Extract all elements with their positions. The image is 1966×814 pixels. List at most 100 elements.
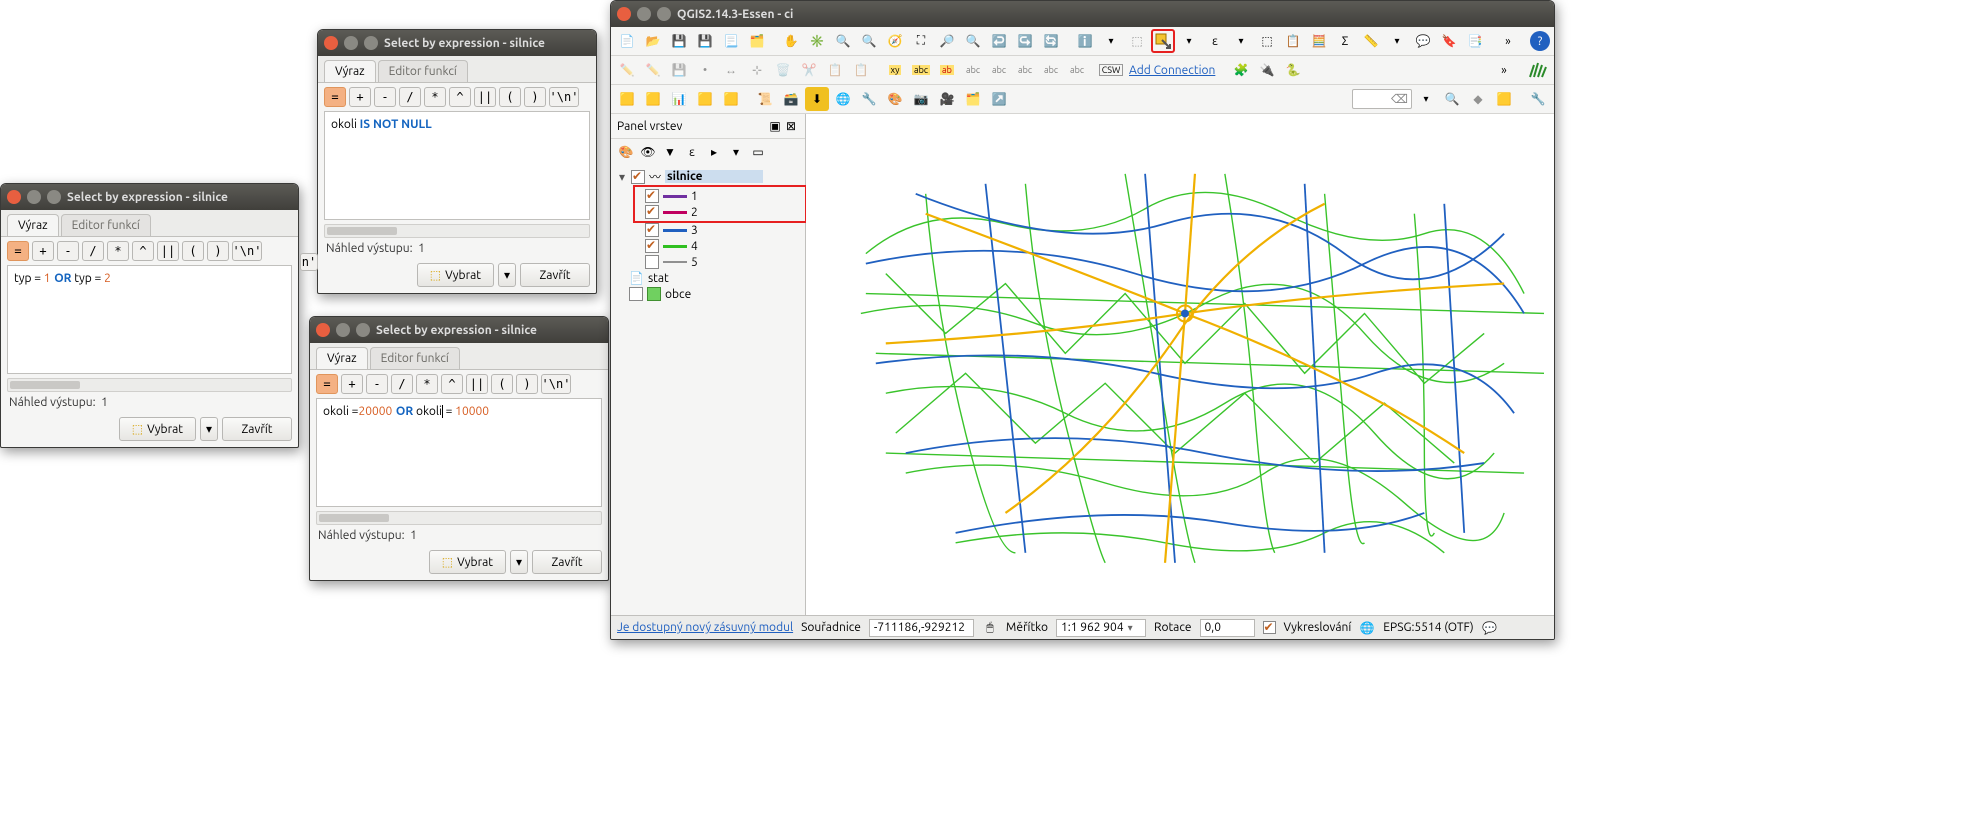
measure-icon[interactable]: 📏 — [1359, 29, 1383, 53]
select-button[interactable]: ⬚Vybrat — [417, 263, 494, 287]
close-icon[interactable] — [324, 36, 338, 50]
dropdown-icon[interactable]: ▾ — [1177, 29, 1201, 53]
change-label-icon[interactable]: abc — [1065, 58, 1089, 82]
expression-input[interactable]: typ = 1 OR typ = 2 — [7, 265, 292, 374]
edit-icon[interactable]: ✏️ — [615, 58, 639, 82]
op-pow[interactable]: ^ — [441, 374, 463, 394]
symbol-checkbox[interactable] — [645, 255, 659, 269]
minimize-icon[interactable] — [336, 323, 350, 337]
expression-select-icon[interactable]: ε — [1203, 29, 1227, 53]
op-minus[interactable]: - — [57, 241, 79, 261]
select-by-expression-icon[interactable] — [1151, 29, 1175, 53]
op-pow[interactable]: ^ — [132, 241, 154, 261]
maximize-icon[interactable] — [47, 190, 61, 204]
save-icon[interactable]: 💾 — [667, 29, 691, 53]
label-layer-icon[interactable]: ab — [935, 58, 959, 82]
video-icon[interactable]: 🎥 — [935, 87, 959, 111]
label-icon[interactable]: xy — [883, 58, 907, 82]
db-2-icon[interactable]: 🟨 — [641, 87, 665, 111]
paint-icon[interactable]: 🎨 — [883, 87, 907, 111]
crs-label[interactable]: EPSG:5514 (OTF) — [1383, 621, 1473, 634]
maximize-icon[interactable] — [657, 7, 671, 21]
expression-input[interactable]: okoli =20000 OR okoli = 10000 — [316, 398, 602, 507]
chevron-down-icon[interactable]: ▾ — [617, 170, 627, 184]
scrollbar[interactable] — [316, 511, 602, 525]
expr-icon[interactable]: ε — [683, 143, 701, 161]
tab-expression[interactable]: Výraz — [324, 60, 376, 82]
minimize-icon[interactable] — [344, 36, 358, 50]
show-label-icon[interactable]: abc — [987, 58, 1011, 82]
op-newline[interactable]: '\n' — [232, 241, 262, 261]
op-rparen[interactable]: ) — [207, 241, 229, 261]
select-dropdown[interactable]: ▾ — [200, 417, 218, 441]
op-rparen[interactable]: ) — [524, 87, 546, 107]
op-plus[interactable]: + — [349, 87, 371, 107]
bookmark-icon[interactable]: 🔖 — [1437, 29, 1461, 53]
op-concat[interactable]: || — [466, 374, 488, 394]
plugin-manage-icon[interactable]: 🔌 — [1255, 58, 1279, 82]
zoom-selection-icon[interactable]: 🔎 — [935, 29, 959, 53]
op-pow[interactable]: ^ — [449, 87, 471, 107]
maximize-icon[interactable] — [364, 36, 378, 50]
select-dropdown[interactable]: ▾ — [498, 263, 516, 287]
map-tips-icon[interactable]: 💬 — [1411, 29, 1435, 53]
cut-icon[interactable]: ✂️ — [797, 58, 821, 82]
layer-tree[interactable]: ▾ 〰 silnice 1 2 — [611, 165, 805, 304]
op-mul[interactable]: * — [416, 374, 438, 394]
layer-nav-icon[interactable]: ◆ — [1466, 87, 1490, 111]
csw-icon[interactable]: CSW — [1099, 58, 1123, 82]
search-icon[interactable]: 🔍 — [1440, 87, 1464, 111]
symbol-label[interactable]: 3 — [691, 224, 698, 237]
close-icon[interactable] — [617, 7, 631, 21]
move-feature-icon[interactable]: ↔ — [719, 58, 743, 82]
symbol-label[interactable]: 2 — [691, 206, 698, 219]
plugin-notice-link[interactable]: Je dostupný nový zásuvný modul — [617, 621, 793, 634]
op-lparen[interactable]: ( — [182, 241, 204, 261]
undock-icon[interactable]: ▣ — [767, 118, 783, 134]
db-3-icon[interactable]: 📊 — [667, 87, 691, 111]
copy-icon[interactable]: 📋 — [823, 58, 847, 82]
maximize-icon[interactable] — [356, 323, 370, 337]
python-icon[interactable]: 🐍 — [1281, 58, 1305, 82]
op-concat[interactable]: || — [474, 87, 496, 107]
op-newline[interactable]: '\n' — [541, 374, 571, 394]
expression-input[interactable]: okoli IS NOT NULL — [324, 111, 590, 220]
download-icon[interactable]: ⬇ — [805, 87, 829, 111]
layer-icon[interactable]: 🗂️ — [961, 87, 985, 111]
pin-label-icon[interactable]: abc — [961, 58, 985, 82]
op-lparen[interactable]: ( — [499, 87, 521, 107]
close-button[interactable]: Zavřít — [222, 417, 292, 441]
op-lparen[interactable]: ( — [491, 374, 513, 394]
layer-nav2-icon[interactable]: 🟨 — [1492, 87, 1516, 111]
minimize-icon[interactable] — [27, 190, 41, 204]
mouse-icon[interactable]: 🖱 — [982, 620, 998, 636]
add-connection-link[interactable]: Add Connection — [1125, 64, 1219, 77]
toggle-edit-icon[interactable]: ✏️ — [641, 58, 665, 82]
op-minus[interactable]: - — [366, 374, 388, 394]
symbol-checkbox[interactable] — [645, 239, 659, 253]
op-div[interactable]: / — [399, 87, 421, 107]
grass-icon[interactable] — [1526, 58, 1550, 82]
zoom-full-icon[interactable]: ⛶ — [909, 29, 933, 53]
rotation-input[interactable]: 0,0 — [1200, 619, 1255, 637]
layer-checkbox[interactable] — [631, 170, 645, 184]
op-div[interactable]: / — [391, 374, 413, 394]
add-feature-icon[interactable]: • — [693, 58, 717, 82]
filter-icon[interactable]: ▼ — [661, 143, 679, 161]
db-5-icon[interactable]: 🟨 — [719, 87, 743, 111]
dropdown-icon[interactable]: ▾ — [1229, 29, 1253, 53]
save-edits-icon[interactable]: 💾 — [667, 58, 691, 82]
new-print-icon[interactable]: 📃 — [719, 29, 743, 53]
deselect-icon[interactable]: ⬚ — [1255, 29, 1279, 53]
titlebar[interactable]: QGIS2.14.3-Essen - ci — [611, 1, 1554, 27]
op-eq[interactable]: = — [316, 374, 338, 394]
close-icon[interactable] — [316, 323, 330, 337]
identify-icon[interactable]: ℹ️ — [1073, 29, 1097, 53]
symbol-label[interactable]: 4 — [691, 240, 698, 253]
sql-icon[interactable]: 📜 — [753, 87, 777, 111]
scrollbar[interactable] — [324, 224, 590, 238]
tab-expression[interactable]: Výraz — [7, 214, 59, 236]
close-icon[interactable] — [7, 190, 21, 204]
move-label-icon[interactable]: abc — [1013, 58, 1037, 82]
symbol-label[interactable]: 1 — [691, 190, 698, 203]
